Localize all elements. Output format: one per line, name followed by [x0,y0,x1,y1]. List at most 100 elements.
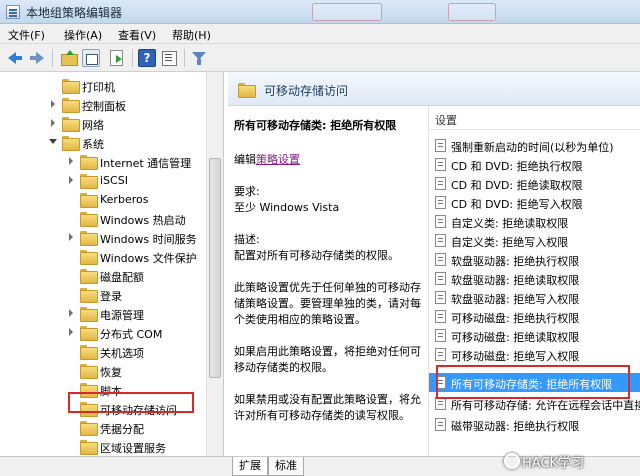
tree-item-credentials-delegation[interactable]: 凭据分配 [0,418,206,437]
policy-setting-icon [435,418,446,431]
policy-setting-icon [435,215,446,228]
help-icon[interactable]: ? [138,49,156,67]
folder-icon [80,421,98,436]
expand-arrow-icon[interactable] [48,118,58,128]
description-pane: 所有可移动存储类: 拒绝所有权限 编辑策略设置 要求: 至少 Windows V… [228,106,428,456]
tree-item-windows-time[interactable]: Windows 时间服务 [0,228,206,247]
tree-item-shutdown-options[interactable]: 关机选项 [0,342,206,361]
tree-item-windows-hotstart[interactable]: Windows 热启动 [0,209,206,228]
folder-icon [62,98,80,113]
menu-action[interactable]: 操作(A) [64,27,102,43]
toolbar-separator [52,49,53,67]
tree-item-locale-services[interactable]: 区域设置服务 [0,437,206,456]
folder-icon [80,212,98,227]
edit-policy-link[interactable]: 策略设置 [256,153,300,166]
tree-item-system[interactable]: 系统 [0,133,206,152]
requirements-value: 至少 Windows Vista [234,201,340,214]
expand-arrow-icon[interactable] [66,175,76,185]
folder-icon [80,250,98,265]
tree-item-kerberos[interactable]: Kerberos [0,190,206,209]
folder-icon [62,79,80,94]
setting-row[interactable]: CD 和 DVD: 拒绝读取权限 [429,174,640,193]
toolbar: ? [0,44,640,72]
expand-arrow-icon[interactable] [48,99,58,109]
tab-extended[interactable]: 扩展 [232,457,268,476]
description-paragraph-1: 此策略设置优先于任何单独的可移动存储策略设置。要管理单独的类，请对每个类使用相应… [234,281,421,326]
setting-row[interactable]: CD 和 DVD: 拒绝写入权限 [429,193,640,212]
settings-list: 设置 强制重新启动的时间(以秒为单位) CD 和 DVD: 拒绝执行权限 CD … [428,106,640,456]
folder-icon [80,326,98,341]
tree-footer [0,456,228,476]
details-header: 可移动存储访问 [228,72,640,106]
folder-icon [62,117,80,132]
collapse-arrow-icon[interactable] [48,137,58,147]
menu-file[interactable]: 文件(F) [8,27,45,43]
setting-row[interactable]: 软盘驱动器: 拒绝读取权限 [429,269,640,288]
export-list-icon[interactable] [108,49,126,67]
setting-row[interactable]: 强制重新启动的时间(以秒为单位) [429,136,640,155]
forward-arrow-icon[interactable] [28,49,46,67]
folder-icon [62,136,80,151]
setting-row[interactable]: 自定义类: 拒绝读取权限 [429,212,640,231]
tree-item-windows-file-protection[interactable]: Windows 文件保护 [0,247,206,266]
setting-row[interactable]: 可移动磁盘: 拒绝读取权限 [429,326,640,345]
folder-up-icon[interactable] [60,49,78,67]
folder-icon [80,345,98,360]
expand-arrow-icon[interactable] [66,232,76,242]
details-header-title: 可移动存储访问 [264,84,349,98]
menu-help[interactable]: 帮助(H) [172,27,211,43]
show-hide-console-icon[interactable] [82,49,100,67]
tab-standard[interactable]: 标准 [268,457,304,476]
edit-policy-line: 编辑策略设置 [234,152,424,168]
folder-icon [80,231,98,246]
description-paragraph-2: 如果启用此策略设置，将拒绝对任何可移动存储类的权限。 [234,345,421,374]
policy-setting-icon [435,348,446,361]
expand-arrow-icon[interactable] [66,327,76,337]
tree-highlight-box [68,392,194,413]
tree-item-distributed-com[interactable]: 分布式 COM [0,323,206,342]
policy-setting-icon [435,177,446,190]
setting-row[interactable]: 可移动磁盘: 拒绝执行权限 [429,307,640,326]
edit-prefix: 编辑 [234,153,256,166]
tree-scrollbar[interactable] [206,72,223,456]
setting-row[interactable]: 自定义类: 拒绝写入权限 [429,231,640,250]
folder-icon [80,288,98,303]
tree-item-iscsi[interactable]: iSCSI [0,171,206,190]
tree-item-control-panel[interactable]: 控制面板 [0,95,206,114]
setting-row[interactable]: 可移动磁盘: 拒绝写入权限 [429,345,640,364]
policy-setting-icon [435,253,446,266]
titlebar-ghost-button [312,3,382,21]
settings-highlight-box [436,365,630,399]
folder-icon [238,83,256,98]
tree-item-recovery[interactable]: 恢复 [0,361,206,380]
watermark-logo-icon [504,453,520,469]
filter-icon[interactable] [190,49,208,67]
setting-row[interactable]: CD 和 DVD: 拒绝执行权限 [429,155,640,174]
tree-item-internet-comm[interactable]: Internet 通信管理 [0,152,206,171]
description-label: 描述: [234,233,260,246]
expand-arrow-icon[interactable] [66,156,76,166]
policy-setting-icon [435,272,446,285]
policy-setting-icon [435,310,446,323]
window-title: 本地组策略编辑器 [26,6,123,20]
toolbar-separator [184,49,185,67]
folder-icon [80,364,98,379]
tree-item-network[interactable]: 网络 [0,114,206,133]
setting-row[interactable]: 软盘驱动器: 拒绝执行权限 [429,250,640,269]
settings-column-header[interactable]: 设置 [429,106,640,130]
tree-item-printers[interactable]: 打印机 [0,76,206,95]
tree-scrollbar-thumb[interactable] [209,158,221,378]
policy-setting-icon [435,139,446,152]
properties-icon[interactable] [160,49,178,67]
tree-item-disk-quota[interactable]: 磁盘配额 [0,266,206,285]
folder-icon [80,307,98,322]
folder-icon [80,193,98,208]
title-bar: 本地组策略编辑器 [0,0,640,24]
setting-row[interactable]: 磁带驱动器: 拒绝执行权限 [429,415,640,434]
expand-arrow-icon[interactable] [66,308,76,318]
tree-item-logon[interactable]: 登录 [0,285,206,304]
back-arrow-icon[interactable] [6,49,24,67]
tree-item-power-management[interactable]: 电源管理 [0,304,206,323]
setting-row[interactable]: 软盘驱动器: 拒绝写入权限 [429,288,640,307]
menu-view[interactable]: 查看(V) [118,27,156,43]
